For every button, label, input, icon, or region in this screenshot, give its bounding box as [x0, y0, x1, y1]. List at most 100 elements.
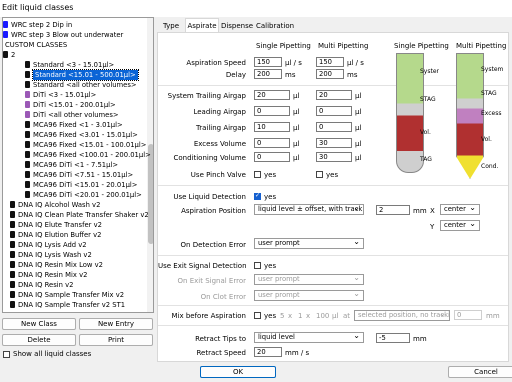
- system-airgap-multi[interactable]: 20: [316, 90, 352, 100]
- tree-item[interactable]: DNA IQ Sample Transfer Mix v2: [10, 290, 124, 300]
- liquid-class-icon: [25, 161, 30, 168]
- tree-item[interactable]: DNA IQ Clean Plate Transfer Shaker v2: [10, 210, 149, 220]
- tree-item[interactable]: DNA IQ Alcohol Wash v2: [10, 200, 100, 210]
- tree-item[interactable]: MCA96 DiTi <1 - 7.51µl>: [25, 160, 119, 170]
- tree-item[interactable]: DNA IQ Elution Buffer v2: [10, 230, 101, 240]
- speed-multi-field[interactable]: 150: [316, 57, 344, 67]
- tree-scrollbar[interactable]: [147, 18, 153, 312]
- liquid-detection-checkbox[interactable]: [254, 192, 261, 200]
- speed-single-field[interactable]: 150: [254, 57, 282, 67]
- pinch-valve-single-checkbox[interactable]: [254, 171, 261, 178]
- tab-dispense[interactable]: Dispense: [220, 20, 254, 32]
- liquid-class-icon: [25, 131, 30, 138]
- trailing-airgap-multi[interactable]: 0: [316, 122, 352, 132]
- detection-error-dropdown[interactable]: user prompt: [254, 238, 364, 249]
- tree-item[interactable]: DNA IQ Sample Transfer v2 ST1: [10, 300, 126, 310]
- leading-airgap-multi[interactable]: 0: [316, 106, 352, 116]
- tree-item[interactable]: DNA IQ Elute Transfer v2: [10, 220, 102, 230]
- tree-item[interactable]: MCA96 Fixed <15.01 - 100.01µl>: [25, 140, 146, 150]
- mix-speed: 100: [316, 312, 330, 320]
- mix-offset-field[interactable]: 0: [454, 310, 482, 320]
- delay-multi-field[interactable]: 200: [316, 69, 344, 79]
- trailing-airgap-single[interactable]: 10: [254, 122, 290, 132]
- ul-unit: µl: [293, 92, 300, 100]
- tree-item[interactable]: DNA IQ Resin v2: [10, 280, 74, 290]
- tab-aspirate[interactable]: Aspirate: [185, 18, 219, 32]
- tree-item[interactable]: WRC step 2 Dip in: [3, 20, 72, 30]
- leading-airgap-label: Leading Airgap: [193, 108, 246, 116]
- new-class-button[interactable]: New Class: [2, 318, 76, 330]
- tree-item[interactable]: MCA96 DiTi <20.01 - 200.01µl>: [25, 190, 142, 200]
- show-all-checkbox[interactable]: [3, 351, 10, 358]
- tree-item-label: DNA IQ Sample Transfer v2 ST1: [18, 301, 126, 309]
- print-button[interactable]: Print: [79, 334, 153, 346]
- retract-offset-field[interactable]: -5: [376, 333, 410, 343]
- exit-error-dropdown[interactable]: user prompt: [254, 274, 364, 285]
- liquid-class-icon: [25, 71, 30, 78]
- aspiration-position-offset[interactable]: 2: [376, 205, 410, 215]
- delay-single-field[interactable]: 200: [254, 69, 282, 79]
- tree-item[interactable]: Standard <3 - 15.01µl>: [25, 60, 114, 70]
- tree-item[interactable]: DNA IQ Resin Mix Low v2: [10, 260, 103, 270]
- excess-volume-single[interactable]: 0: [254, 138, 290, 148]
- tree-item[interactable]: DNA IQ Lysis Wash v2: [10, 250, 92, 260]
- tree-item[interactable]: MCA96 Fixed <3.01 - 15.01µl>: [25, 130, 138, 140]
- tab-calibration[interactable]: Calibration: [255, 20, 295, 32]
- aspiration-position-dropdown[interactable]: liquid level ± offset, with tracking: [254, 204, 364, 215]
- mix-checkbox[interactable]: [254, 312, 261, 319]
- tree-item[interactable]: 2: [3, 50, 15, 60]
- ok-button[interactable]: OK: [200, 366, 276, 378]
- tree-item[interactable]: DiTi <all other volumes>: [25, 110, 119, 120]
- ul-unit: µl: [293, 154, 300, 162]
- liquid-class-tree[interactable]: WRC step 2 Dip in WRC step 3 Blow out und…: [2, 17, 154, 313]
- delete-button[interactable]: Delete: [2, 334, 76, 346]
- tree-item[interactable]: DNA IQ Resin Mix v2: [10, 270, 87, 280]
- mix-position-dropdown[interactable]: selected position, no tracking: [354, 310, 450, 321]
- y-position-dropdown[interactable]: center: [440, 220, 480, 231]
- tree-item[interactable]: MCA96 Fixed <100.01 - 200.01µl>: [25, 150, 151, 160]
- tree-item[interactable]: MCA96 Fixed <1 - 3.01µl>: [25, 120, 123, 130]
- delay-unit: ms: [285, 71, 296, 79]
- liquid-class-icon: [3, 31, 8, 38]
- tree-item-label: DNA IQ Resin v2: [18, 281, 74, 289]
- multi-tube: [456, 53, 484, 179]
- tree-item[interactable]: WRC step 3 Blow out underwater: [3, 30, 123, 40]
- pinch-single-yes: yes: [264, 171, 277, 179]
- multi-label-system: System: [481, 66, 504, 73]
- tree-item[interactable]: DiTi <3 - 15.01µl>: [25, 90, 96, 100]
- retract-tips-label: Retract Tips to: [195, 335, 246, 343]
- mix-cycles: 1: [298, 312, 303, 320]
- new-entry-button[interactable]: New Entry: [79, 318, 153, 330]
- mix-x1: x: [288, 312, 293, 320]
- excess-volume-label: Excess Volume: [193, 140, 246, 148]
- liquid-class-icon: [3, 51, 8, 58]
- retract-tips-dropdown[interactable]: liquid level: [254, 332, 364, 343]
- retract-speed-field[interactable]: 20: [254, 347, 282, 357]
- tree-item-label: DNA IQ Resin Mix Low v2: [18, 261, 103, 269]
- system-airgap-single[interactable]: 20: [254, 90, 290, 100]
- exit-signal-checkbox[interactable]: [254, 262, 261, 269]
- liquid-class-icon: [10, 211, 15, 218]
- excess-volume-multi[interactable]: 30: [316, 138, 352, 148]
- tree-item[interactable]: MCA96 DiTi <15.01 - 20.01µl>: [25, 180, 137, 190]
- tree-item[interactable]: Standard <all other volumes>: [25, 80, 137, 90]
- tree-item-label: MCA96 Fixed <100.01 - 200.01µl>: [33, 151, 151, 159]
- mix-yes: yes: [264, 312, 277, 320]
- tree-item-label: MCA96 DiTi <1 - 7.51µl>: [33, 161, 119, 169]
- tree-item[interactable]: Standard <15.01 - 500.01µl>: [25, 69, 139, 81]
- liquid-class-icon: [25, 91, 30, 98]
- x-position-dropdown[interactable]: center: [440, 204, 480, 215]
- tree-item[interactable]: CUSTOM CLASSES: [5, 40, 67, 50]
- leading-airgap-single[interactable]: 0: [254, 106, 290, 116]
- tree-item[interactable]: DiTi <15.01 - 200.01µl>: [25, 100, 116, 110]
- conditioning-volume-multi[interactable]: 30: [316, 152, 352, 162]
- tree-item[interactable]: MCA96 DiTi <7.51 - 15.01µl>: [25, 170, 133, 180]
- cancel-button[interactable]: Cancel: [448, 366, 512, 378]
- pinch-valve-multi-checkbox[interactable]: [316, 171, 323, 178]
- clot-error-dropdown[interactable]: user prompt: [254, 290, 364, 301]
- tree-item[interactable]: DNA IQ Lysis Add v2: [10, 240, 87, 250]
- retract-speed-unit: mm / s: [285, 349, 310, 357]
- liquid-class-icon: [10, 301, 15, 308]
- conditioning-volume-single[interactable]: 0: [254, 152, 290, 162]
- tab-type[interactable]: Type: [158, 20, 184, 32]
